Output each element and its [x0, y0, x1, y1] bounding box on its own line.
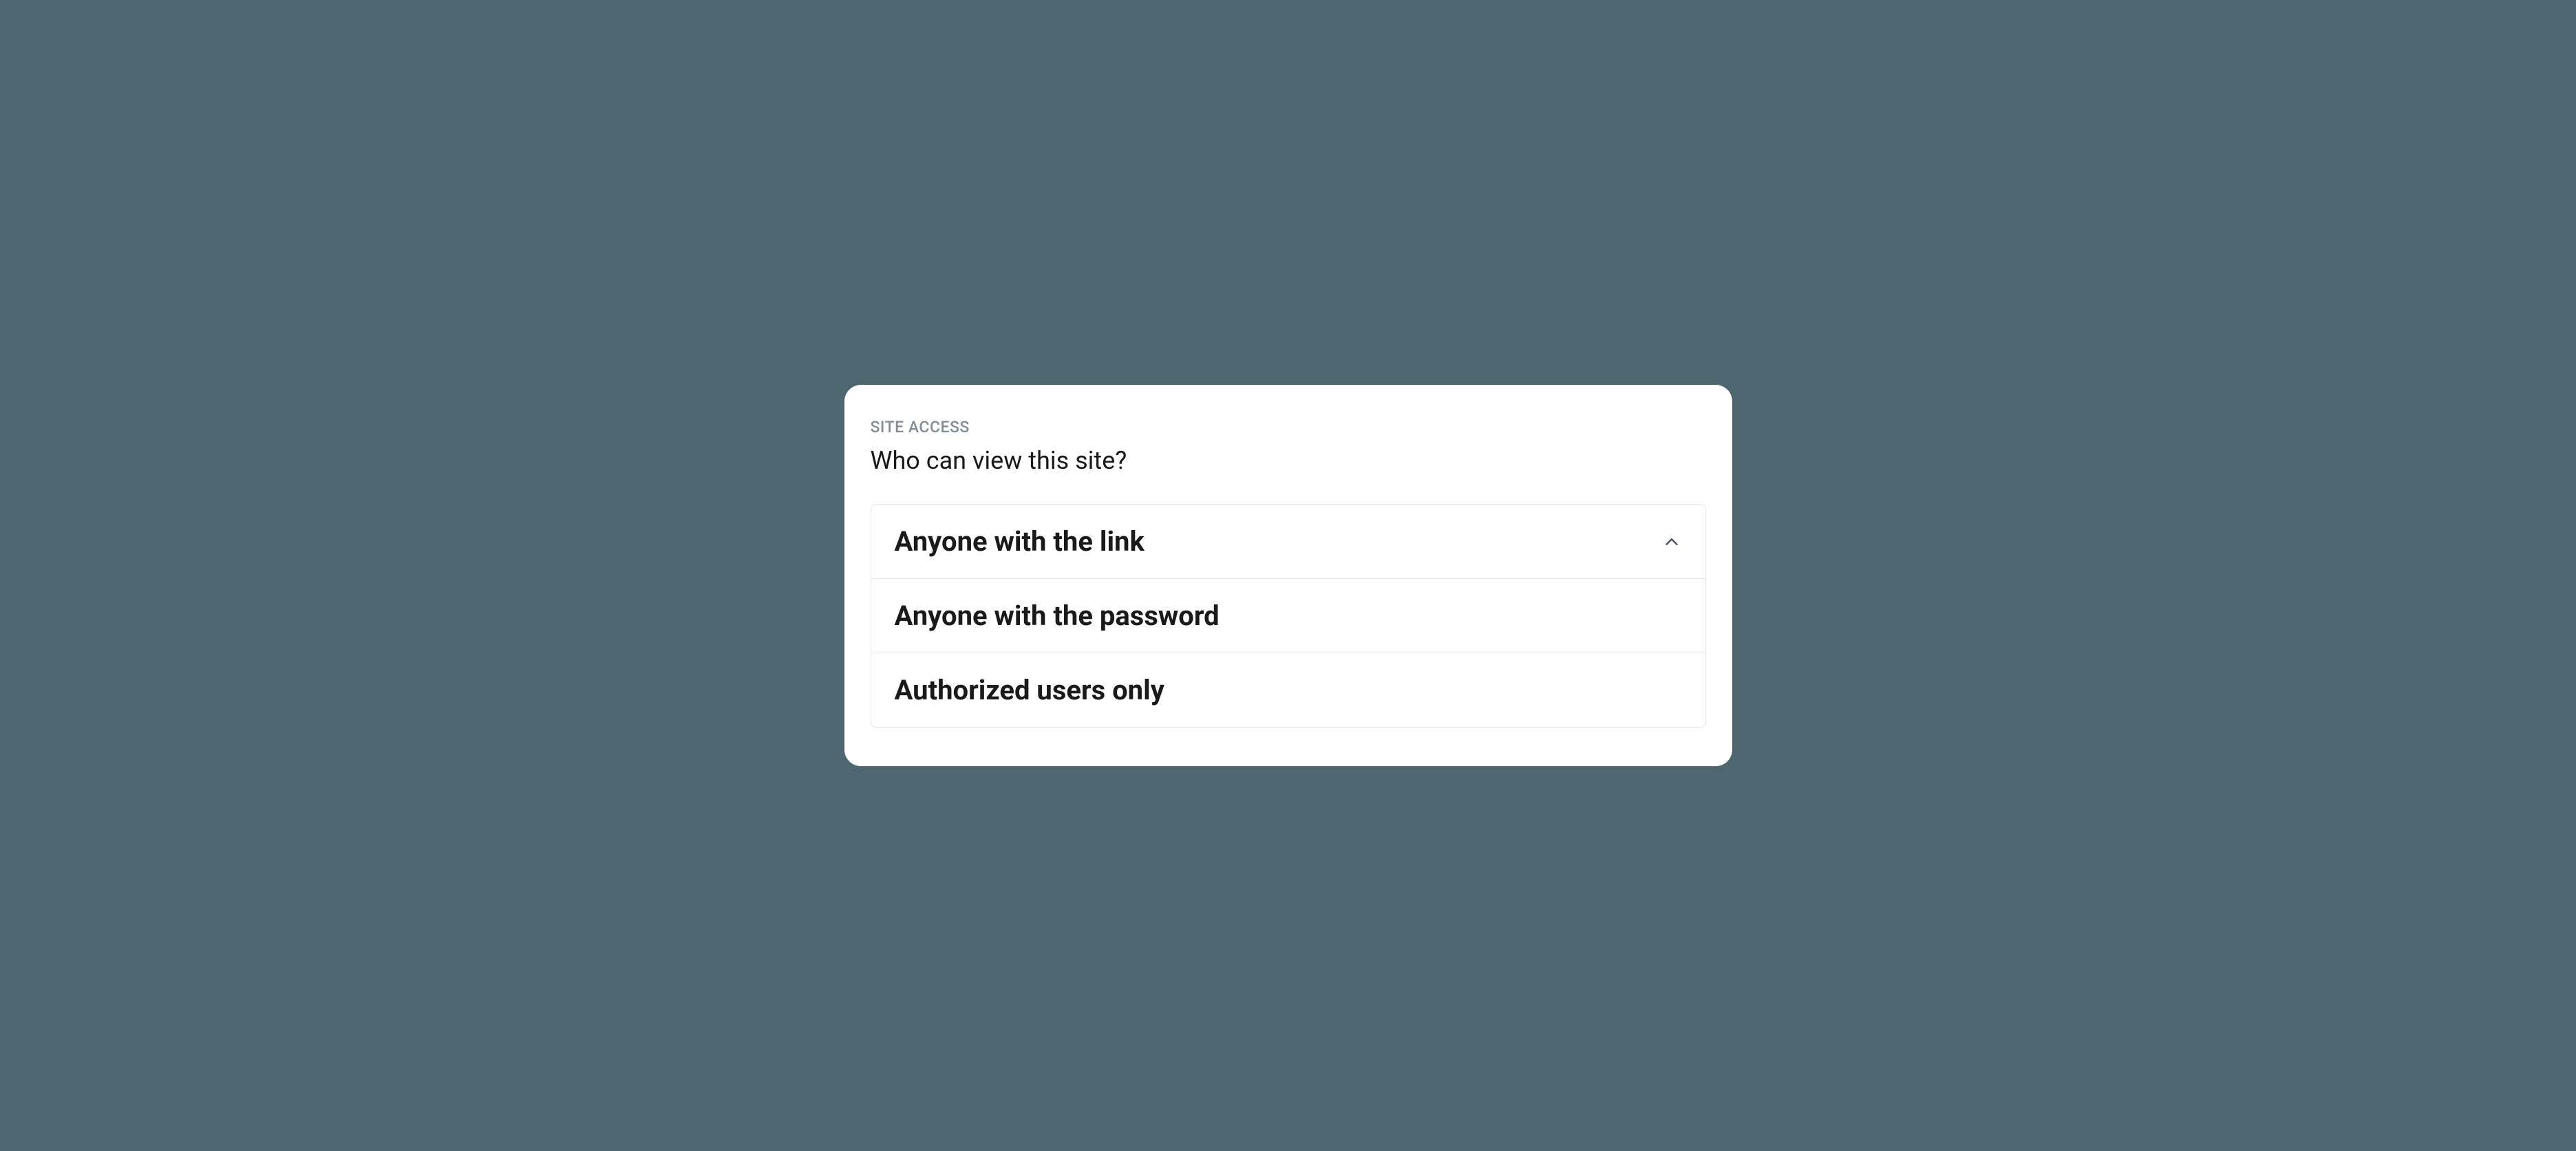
dropdown-option-anyone-password[interactable]: Anyone with the password: [871, 579, 1705, 653]
chevron-up-icon: [1661, 531, 1682, 552]
section-label: SITE ACCESS: [871, 418, 1706, 436]
section-title: Who can view this site?: [871, 446, 1706, 475]
site-access-card: SITE ACCESS Who can view this site? Anyo…: [844, 385, 1732, 766]
dropdown-option-label: Authorized users only: [895, 674, 1164, 706]
dropdown-option-anyone-link[interactable]: Anyone with the link: [871, 505, 1705, 579]
dropdown-option-authorized-users[interactable]: Authorized users only: [871, 653, 1705, 727]
dropdown-option-label: Anyone with the link: [895, 525, 1145, 558]
access-dropdown[interactable]: Anyone with the link Anyone with the pas…: [871, 504, 1706, 728]
dropdown-option-label: Anyone with the password: [895, 600, 1220, 632]
